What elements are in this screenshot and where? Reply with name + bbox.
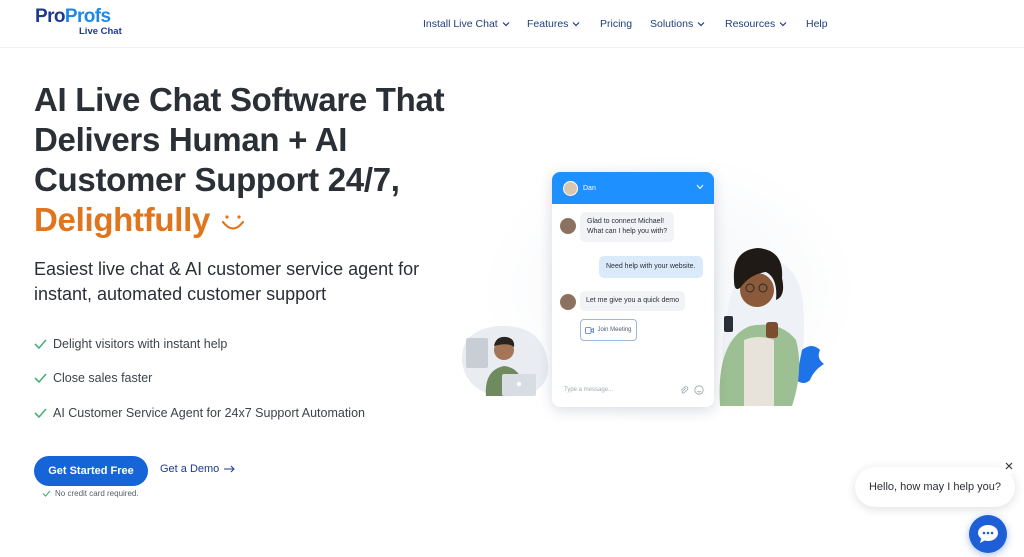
chat-message-agent: Glad to connect Michael! What can I help… — [580, 212, 675, 242]
chevron-down-icon — [573, 22, 580, 27]
check-icon — [42, 490, 51, 497]
emoji-icon[interactable] — [694, 385, 704, 395]
logo-subtitle: Live Chat — [79, 26, 122, 37]
nav-solutions[interactable]: Solutions — [650, 17, 705, 31]
nav-label: Solutions — [650, 18, 694, 30]
chevron-down-icon — [779, 22, 787, 27]
close-icon-glyph — [1005, 462, 1013, 470]
logo-text-pro: Pro — [35, 6, 65, 27]
join-meeting-label: Join Meeting — [597, 327, 632, 333]
agent-name: Dan — [583, 184, 596, 192]
message-line: Glad to connect Michael! — [587, 218, 665, 225]
get-started-free-button[interactable]: Get Started Free — [34, 456, 148, 486]
hero-title-line-3: Customer Support 24/7, — [34, 161, 400, 198]
nav-features[interactable]: Features — [527, 17, 580, 31]
agent-avatar — [560, 218, 576, 234]
chat-bubble-icon — [978, 525, 998, 543]
no-credit-card-label: No credit card required. — [55, 489, 139, 498]
hero-title-line-4: Delightfully — [34, 200, 474, 240]
chat-input-tools — [679, 385, 704, 395]
close-icon[interactable] — [1001, 458, 1017, 474]
feature-item: AI Customer Service Agent for 24x7 Suppo… — [34, 404, 365, 422]
chat-widget-greeting[interactable]: Hello, how may I help you? — [855, 467, 1015, 507]
agent-avatar — [560, 294, 576, 310]
check-icon — [34, 339, 47, 349]
nav-label: Help — [806, 18, 828, 30]
hero-subtitle: Easiest live chat & AI customer service … — [34, 259, 420, 304]
hero-title-accent: Delightfully — [34, 201, 211, 238]
get-a-demo-link[interactable]: Get a Demo — [160, 463, 236, 475]
no-credit-card-note: No credit card required. — [42, 489, 139, 498]
check-icon — [34, 408, 47, 418]
chat-message-visitor: Need help with your website. — [599, 256, 703, 278]
logo-wordmark: ProProfs — [35, 7, 125, 27]
chat-window-header: Dan — [552, 172, 714, 204]
woman-with-phone-illustration — [719, 248, 824, 406]
chevron-down-icon — [696, 184, 704, 190]
nav-resources[interactable]: Resources — [725, 17, 787, 31]
message-line: Let me give you a quick demo — [586, 297, 679, 304]
arrow-right-icon — [224, 465, 236, 473]
agent-avatar — [563, 180, 578, 196]
feature-label: Delight visitors with instant help — [53, 337, 228, 351]
chat-message-agent: Let me give you a quick demo — [580, 291, 685, 311]
chat-window-preview: Dan Glad to connect Michael! What can I … — [552, 172, 714, 407]
feature-item: Delight visitors with instant help — [34, 335, 227, 353]
proprofs-logo[interactable]: ProProfs Live Chat — [35, 7, 125, 39]
feature-label: Close sales faster — [53, 371, 153, 385]
video-camera-icon — [585, 326, 595, 334]
chevron-down-icon — [697, 22, 705, 27]
nav-help[interactable]: Help — [806, 17, 828, 31]
chat-message-input[interactable]: Type a message... — [564, 387, 613, 393]
nav-label: Install Live Chat — [423, 18, 498, 30]
attachment-icon[interactable] — [679, 385, 689, 395]
logo-text-profs: Profs — [64, 6, 111, 27]
nav-label: Resources — [725, 18, 776, 30]
hero-title-line-1: AI Live Chat Software That — [34, 81, 445, 118]
check-icon — [34, 373, 47, 383]
chat-widget-launcher-button[interactable] — [969, 515, 1007, 553]
join-meeting-button[interactable]: Join Meeting — [580, 319, 637, 341]
message-line: Need help with your website. — [606, 263, 696, 270]
chevron-down-icon — [502, 22, 510, 27]
smile-icon — [221, 215, 245, 230]
hero-title: AI Live Chat Software That Delivers Huma… — [34, 80, 474, 240]
hero-title-line-2: Delivers Human + AI — [34, 121, 348, 158]
chat-widget-greeting-text: Hello, how may I help you? — [868, 481, 1002, 493]
nav-label: Features — [527, 18, 569, 30]
man-with-laptop-illustration — [461, 325, 549, 397]
demo-link-label: Get a Demo — [160, 463, 220, 475]
feature-item: Close sales faster — [34, 369, 152, 387]
feature-label: AI Customer Service Agent for 24x7 Suppo… — [53, 406, 365, 420]
nav-pricing[interactable]: Pricing — [600, 17, 632, 31]
message-line: What can I help you with? — [587, 228, 668, 235]
site-header: ProProfs Live Chat Install Live Chat Fea… — [0, 0, 1024, 48]
nav-install-live-chat[interactable]: Install Live Chat — [423, 17, 510, 31]
nav-label: Pricing — [600, 18, 633, 30]
